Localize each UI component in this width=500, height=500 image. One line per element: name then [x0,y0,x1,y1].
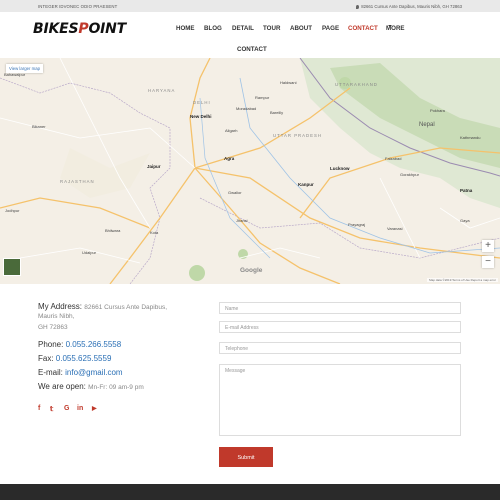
map-label: Faizabad [385,156,402,161]
top-info-bar: INTEGER IDVONEC ODIO PRAESENT 82661 Curs… [0,0,500,12]
map-label: Agra [224,156,235,161]
map-label: HARYANA [148,88,176,93]
fax-link[interactable]: 0.055.625.5559 [56,354,112,363]
map-label: Jhansi [236,218,248,223]
logo-text-3: OINT [88,21,127,37]
message-field[interactable]: Message [219,364,461,436]
map-label: Patna [460,188,473,193]
logo-text-2: P [78,21,89,37]
site-footer [0,484,500,500]
map-label: Gwalior [228,190,242,195]
map-label: Varanasi [387,226,403,231]
map-label: DELHI [193,100,211,105]
phone-line: Phone: 0.055.266.5558 [38,340,121,349]
nav-contact[interactable]: CONTACT [348,25,378,32]
google-logo: Google [240,267,263,274]
email-field[interactable]: E-mail Address [219,321,461,333]
site-header: BIKESPOINT HOME BLOG DETAIL TOUR ABOUT P… [0,12,500,59]
map-label: Gaya [460,218,470,223]
location-pin-icon [356,5,360,9]
address-line-3: GH 72863 [38,324,68,331]
top-bar-tagline: INTEGER IDVONEC ODIO PRAESENT [38,4,118,9]
map-label: Jaipur [147,164,161,169]
map-label: Bahawalpur [4,72,26,77]
email-line: E-mail: info@gmail.com [38,368,123,377]
fax-label: Fax: [38,354,54,363]
map-label: Aligarh [225,128,238,133]
map-label: Bareilly [270,110,284,115]
logo-text-1: BIKES [33,21,79,37]
hours-line: We are open: Mn-Fr: 09 am-9 pm [38,382,144,391]
address-label: My Address: [38,302,83,311]
facebook-icon[interactable]: f [38,405,40,412]
submit-button[interactable]: Submit [219,447,273,467]
map-zoom-out-button[interactable]: − [482,256,494,268]
site-logo[interactable]: BIKESPOINT [33,21,126,37]
email-link[interactable]: info@gmail.com [65,368,122,377]
map-label: UTTAR PRADESH [273,133,322,138]
nav-detail[interactable]: DETAIL [232,25,254,32]
phone-label: Phone: [38,340,64,349]
map-label: Kota [150,230,159,235]
map-canvas [0,58,500,284]
name-field[interactable]: Name [219,302,461,314]
nav-page[interactable]: PAGE [322,25,339,32]
map-label: Bhilwara [105,228,121,233]
top-bar-address-text: 82661 Cursus Ante Dapibus, Mauris Nibh, … [361,4,462,9]
map-label: Pokhara [430,108,445,113]
youtube-icon[interactable]: ▶ [92,405,97,412]
phone-link[interactable]: 0.055.266.5558 [66,340,122,349]
telephone-field[interactable]: Telephone [219,342,461,354]
email-label: E-mail: [38,368,63,377]
map-label: Nepal [419,122,435,128]
address-value: 82661 Cursus Ante Dapibus, [84,304,167,311]
map-label: Prayagraj [348,222,366,227]
map-label: Bikaner [32,124,46,129]
map-label: Rampur [255,95,270,100]
address-line: My Address: 82661 Cursus Ante Dapibus, [38,302,167,311]
map-label: Haldwani [280,80,297,85]
map-label: Lucknow [330,166,350,171]
linkedin-icon[interactable]: in [77,405,83,412]
highway [189,58,211,169]
google-icon[interactable]: G [64,405,69,412]
embedded-map[interactable]: View larger map Bahawalpur HARYANA DELHI… [0,58,500,284]
map-label: Kathmandu [460,135,481,140]
map-satellite-toggle[interactable] [3,258,21,276]
map-label: New Delhi [190,114,212,119]
hours-value: Mn-Fr: 09 am-9 pm [88,384,144,391]
nav-contact-secondary[interactable]: CONTACT [237,46,267,53]
map-attribution[interactable]: Map data ©2019 Terms of Use Report a map… [427,278,498,282]
nav-about[interactable]: ABOUT [290,25,312,32]
nav-home[interactable]: HOME [176,25,195,32]
hours-label: We are open: [38,382,86,391]
map-label: UTTARAKHAND [335,82,378,87]
state-border [199,197,500,259]
map-label: Gorakhpur [400,172,419,177]
park-area [189,265,205,281]
map-zoom-in-button[interactable]: + [482,240,494,252]
top-bar-address: 82661 Cursus Ante Dapibus, Mauris Nibh, … [356,4,462,9]
chevron-down-icon [388,25,392,27]
map-label: Kanpur [298,182,314,187]
map-label: Jodhpur [5,208,20,213]
river [199,97,271,259]
desert-region [60,148,150,198]
fax-line: Fax: 0.055.625.5559 [38,354,111,363]
map-label: Udaipur [82,250,97,255]
map-label: Moradabad [236,106,257,111]
twitter-icon[interactable]: 𝕥 [50,405,53,413]
nav-tour[interactable]: TOUR [263,25,280,32]
address-line-2: Mauris Nibh, [38,313,75,320]
map-label: RAJASTHAN [60,179,95,184]
nav-blog[interactable]: BLOG [204,25,222,32]
highway [0,197,151,229]
